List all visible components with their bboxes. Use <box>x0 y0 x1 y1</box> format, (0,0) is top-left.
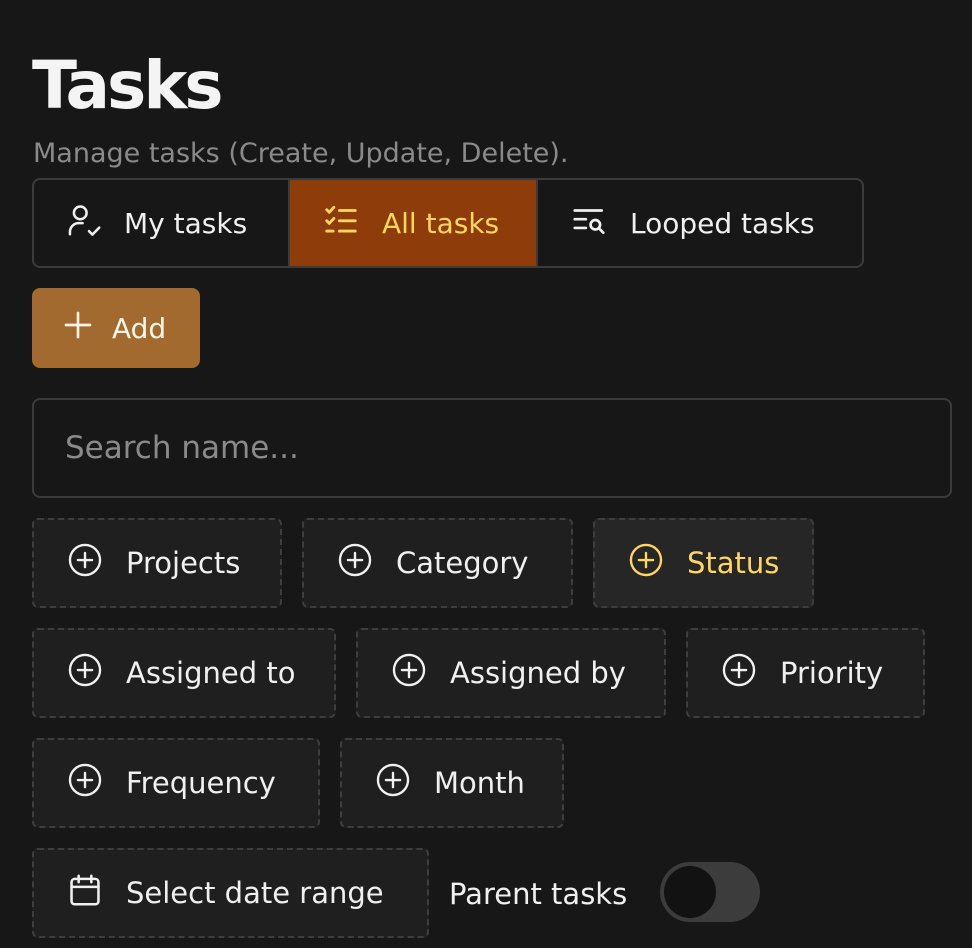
filter-status-label: Status <box>687 546 780 580</box>
add-task-button[interactable]: Add <box>32 288 200 368</box>
filter-category[interactable]: Category <box>302 518 573 608</box>
parent-tasks-toggle[interactable] <box>660 862 760 922</box>
task-view-tabs: My tasks All tasks Looped tasks <box>32 178 864 268</box>
tab-looped-tasks[interactable]: Looped tasks <box>538 180 862 266</box>
filter-projects-label: Projects <box>126 546 241 580</box>
calendar-icon <box>66 871 104 916</box>
plus-circle-icon <box>66 761 104 806</box>
date-range-label: Select date range <box>126 876 384 910</box>
user-check-icon <box>66 201 104 246</box>
parent-tasks-label: Parent tasks <box>449 877 628 911</box>
tab-all-tasks[interactable]: All tasks <box>290 180 538 266</box>
toggle-knob <box>664 866 716 918</box>
plus-circle-icon <box>66 651 104 696</box>
plus-icon <box>62 309 94 348</box>
add-button-label: Add <box>112 311 167 345</box>
filter-assigned-by-label: Assigned by <box>450 656 626 690</box>
filter-projects[interactable]: Projects <box>32 518 282 608</box>
filter-priority[interactable]: Priority <box>686 628 925 718</box>
filter-status[interactable]: Status <box>593 518 814 608</box>
filter-assigned-by[interactable]: Assigned by <box>356 628 666 718</box>
date-range-picker[interactable]: Select date range <box>32 848 429 938</box>
tab-looped-tasks-label: Looped tasks <box>630 206 815 240</box>
tasks-page: Tasks Manage tasks (Create, Update, Dele… <box>0 0 972 948</box>
page-subtitle: Manage tasks (Create, Update, Delete). <box>33 138 569 169</box>
filter-month[interactable]: Month <box>340 738 564 828</box>
tab-all-tasks-label: All tasks <box>382 206 500 240</box>
filter-frequency-label: Frequency <box>126 766 276 800</box>
search-input[interactable] <box>32 398 952 498</box>
filter-category-label: Category <box>396 546 529 580</box>
page-title: Tasks <box>32 47 224 124</box>
plus-circle-icon <box>390 651 428 696</box>
plus-circle-icon <box>336 541 374 586</box>
plus-circle-icon <box>374 761 412 806</box>
tab-my-tasks[interactable]: My tasks <box>34 180 290 266</box>
list-checks-icon <box>322 201 360 246</box>
list-search-icon <box>570 201 608 246</box>
plus-circle-icon <box>720 651 758 696</box>
filter-frequency[interactable]: Frequency <box>32 738 320 828</box>
plus-circle-icon <box>66 541 104 586</box>
filter-assigned-to[interactable]: Assigned to <box>32 628 336 718</box>
filter-priority-label: Priority <box>780 656 884 690</box>
plus-circle-icon <box>627 541 665 586</box>
filter-assigned-to-label: Assigned to <box>126 656 296 690</box>
filter-month-label: Month <box>434 766 525 800</box>
tab-my-tasks-label: My tasks <box>124 206 248 240</box>
